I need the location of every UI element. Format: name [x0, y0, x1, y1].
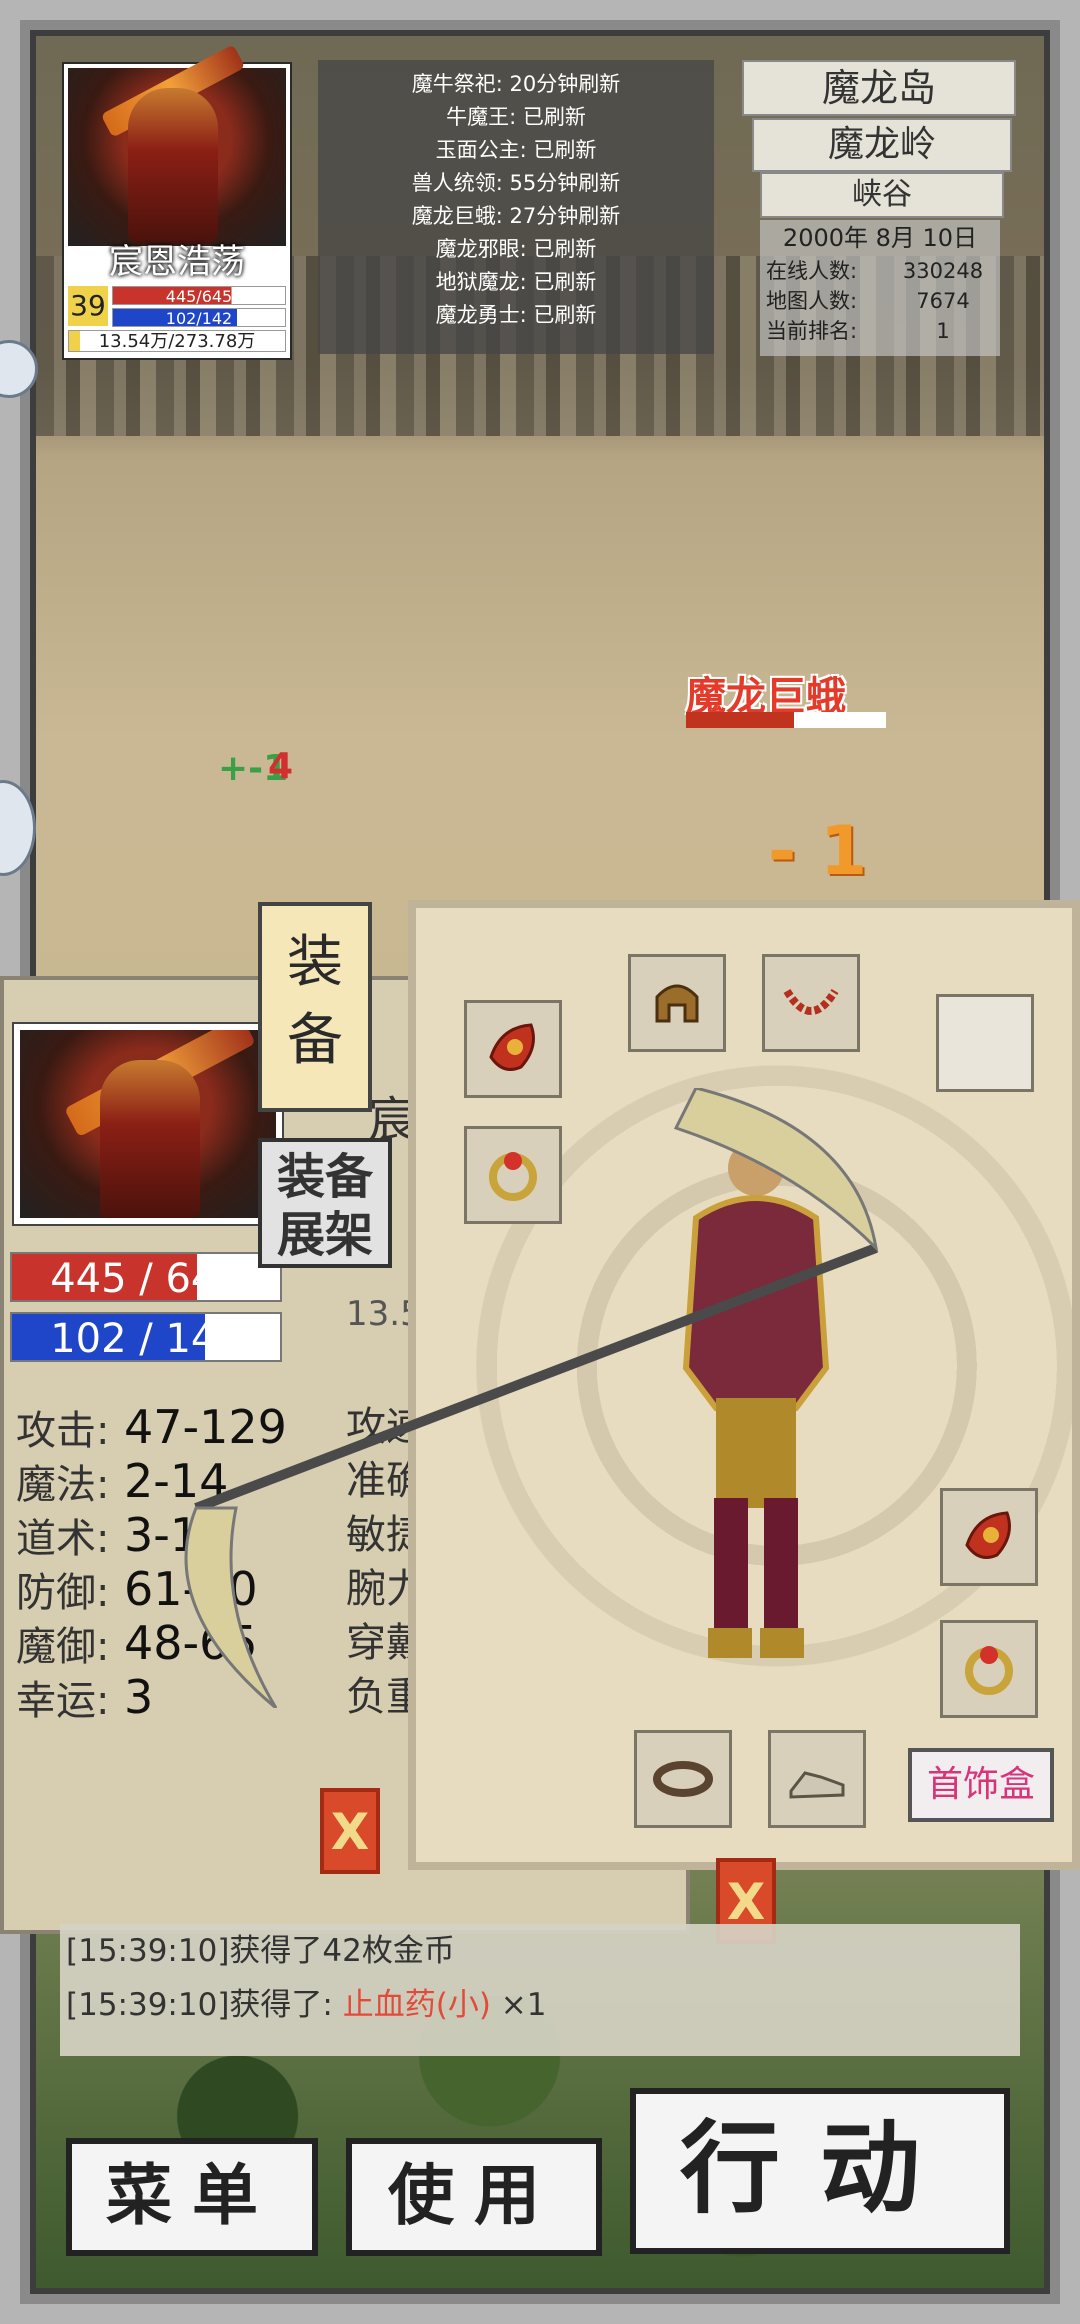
map-label: 地图人数: — [766, 289, 858, 313]
equip-slot-bracer-left[interactable] — [464, 1000, 562, 1098]
location-region[interactable]: 魔龙岛 — [742, 60, 1016, 116]
action-button[interactable]: 行动 — [630, 2088, 1010, 2254]
menu-button[interactable]: 菜单 — [66, 2138, 318, 2256]
attribute-label: 防御: — [16, 1570, 110, 1616]
location-area[interactable]: 魔龙岭 — [752, 118, 1012, 172]
equip-slot-necklace[interactable] — [762, 954, 860, 1052]
chat-item-name: 止血药(小) — [342, 1987, 491, 2023]
attribute-label: 魔御: — [16, 1624, 110, 1670]
location-zone[interactable]: 峡谷 — [760, 172, 1004, 218]
scythe-icon — [184, 1088, 879, 1708]
boss-timer-line: 魔牛祭祀: 20分钟刷新 — [411, 72, 621, 96]
boss-timer-line: 牛魔王: 已刷新 — [446, 105, 586, 129]
equipment-panel: 首饰盒 — [184, 900, 1080, 1870]
rank-label: 当前排名: — [766, 319, 858, 343]
enemy-hp-bar — [686, 712, 886, 728]
boss-timer-line: 玉面公主: 已刷新 — [435, 138, 597, 162]
hero-portrait — [68, 44, 286, 246]
attribute-label: 道术: — [16, 1516, 110, 1562]
chat-line: [15:39:10]获得了42枚金币 — [60, 1924, 1020, 1978]
bracer-icon — [489, 1023, 535, 1071]
hero-hp-bar: 445/645 — [112, 286, 286, 306]
boss-timer-line: 魔龙勇士: 已刷新 — [435, 303, 597, 327]
equip-slot-belt[interactable] — [634, 1730, 732, 1828]
hero-card[interactable]: 宸恩浩荡 39 445/645 102/142 13.54万/273.78万 — [62, 44, 292, 360]
boots-icon — [789, 1771, 845, 1799]
rank-row: 当前排名: 1 — [760, 316, 1000, 346]
attribute-value: 3 — [124, 1670, 154, 1724]
hero-level: 39 — [68, 286, 108, 326]
hero-exp-bar: 13.54万/273.78万 — [68, 330, 286, 352]
hero-mp-bar: 102/142 — [112, 308, 286, 328]
map-count-row: 地图人数: 7674 — [760, 286, 1000, 316]
attribute-label: 攻击: — [16, 1408, 110, 1454]
necklace-icon — [783, 988, 839, 1015]
map-value: 7674 — [916, 289, 970, 313]
chat-line: [15:39:10]获得了: 止血药(小) ×1 — [60, 1978, 1020, 2032]
server-stats: 2000年 8月 10日 在线人数: 330248 地图人数: 7674 当前排… — [760, 220, 1000, 356]
equip-slot-helmet[interactable] — [628, 954, 726, 1052]
damage-number: - 1 — [768, 812, 868, 891]
ring-icon — [965, 1646, 1013, 1695]
equip-slot-bracer-right[interactable] — [940, 1488, 1038, 1586]
attribute-label: 魔法: — [16, 1462, 110, 1508]
boss-timer-line: 魔龙邪眼: 已刷新 — [435, 237, 597, 261]
belt-icon — [653, 1761, 713, 1797]
chat-text: [15:39:10]获得了42枚金币 — [66, 1933, 455, 1969]
helmet-icon — [655, 984, 699, 1023]
rank-value: 1 — [936, 319, 950, 343]
bracer-icon — [965, 1511, 1011, 1559]
chat-text: [15:39:10]获得了: — [66, 1987, 343, 2023]
warrior-icon — [128, 88, 218, 243]
attribute-label: 幸运: — [16, 1678, 110, 1724]
game-date: 2000年 8月 10日 — [782, 224, 978, 252]
heal-number-red: 4 — [268, 746, 294, 787]
boss-timer-line: 地狱魔龙: 已刷新 — [435, 270, 597, 294]
online-label: 在线人数: — [766, 259, 858, 283]
equip-slot-medal-empty[interactable] — [936, 994, 1034, 1092]
character-close-button[interactable]: X — [320, 1788, 380, 1874]
equip-slot-boots[interactable] — [768, 1730, 866, 1828]
tab-equipment[interactable]: 装备 — [258, 902, 372, 1112]
equip-slot-ring-right[interactable] — [940, 1620, 1038, 1718]
online-count-row: 在线人数: 330248 — [760, 256, 1000, 286]
jewelry-box-button[interactable]: 首饰盒 — [908, 1748, 1054, 1822]
chat-text: ×1 — [490, 1987, 547, 2023]
boss-timer-line: 兽人统领: 55分钟刷新 — [411, 171, 621, 195]
hero-name: 宸恩浩荡 — [109, 242, 245, 282]
boss-timer-panel[interactable]: 魔牛祭祀: 20分钟刷新 牛魔王: 已刷新 玉面公主: 已刷新 兽人统领: 55… — [318, 60, 714, 354]
online-value: 330248 — [902, 259, 984, 283]
chat-log[interactable]: [15:39:10]获得了42枚金币 [15:39:10]获得了: 止血药(小)… — [60, 1924, 1020, 2056]
use-button[interactable]: 使用 — [346, 2138, 602, 2256]
boss-timer-line: 魔龙巨蛾: 27分钟刷新 — [411, 204, 621, 228]
